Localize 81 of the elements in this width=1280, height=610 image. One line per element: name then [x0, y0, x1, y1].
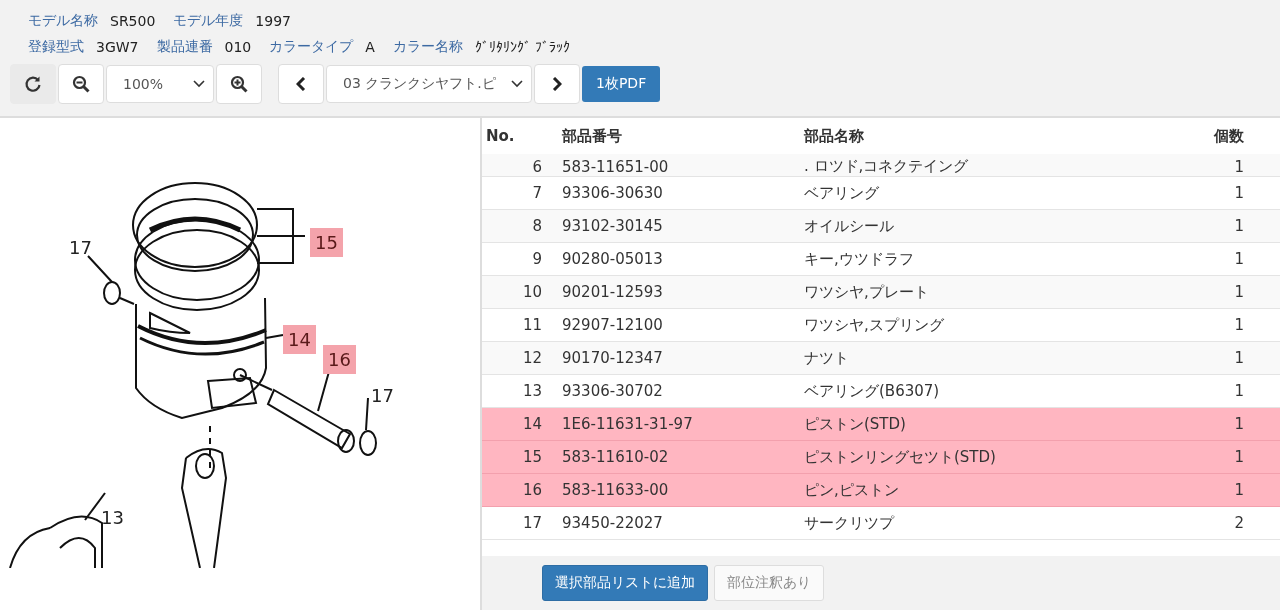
info-label: モデル年度 [173, 12, 244, 30]
table-cell-text: ワツシヤ,プレート [804, 282, 930, 302]
zoom-select[interactable]: 100% [106, 65, 214, 103]
table-cell-text: 1 [1233, 283, 1244, 301]
table-cell-text: ピン,ピストン [804, 480, 900, 500]
table-cell-text: ピストンリングセツト(STD) [804, 447, 997, 467]
table-row[interactable]: 14 1E6-11631-31-97 ピストン(STD) 1 [482, 408, 1280, 441]
table-row[interactable]: 6 583-11651-00 . ロツド,コネクテイング 1 [482, 154, 1280, 177]
table-row[interactable]: 12 90170-12347 ナツト 1 [482, 342, 1280, 375]
table-cell-text: 92907-12100 [562, 316, 664, 334]
table-cell-text: サークリツプ [804, 513, 896, 533]
info-label: モデル名称 [28, 12, 98, 30]
table-cell-text: キー,ウツドラフ [804, 249, 915, 269]
callout-number[interactable]: 13 [96, 503, 129, 532]
callout-number[interactable]: 14 [283, 325, 316, 354]
table-cell-text: 93102-30145 [562, 217, 664, 235]
table-cell-text: 2 [1233, 514, 1244, 532]
info-value: ｸﾞﾘﾀﾘﾝｸﾞ ﾌﾞﾗｯｸ [474, 39, 571, 55]
table-row[interactable]: 16 583-11633-00 ピン,ピストン 1 [482, 474, 1280, 507]
table-cell-text: オイルシール [804, 216, 895, 236]
table-cell-text: 9 [531, 250, 543, 268]
table-cell-text: 1 [1233, 250, 1244, 268]
table-cell-text: 1 [1233, 382, 1244, 400]
column-header: No. [485, 127, 516, 145]
page-select[interactable]: 03 クランクシヤフト.ピ [326, 65, 532, 103]
info-label: カラー名称 [392, 38, 463, 56]
column-header: 個数 [1212, 126, 1244, 146]
table-cell-text: 583-11651-00 [562, 158, 670, 176]
table-cell-text: 13 [521, 382, 543, 400]
table-row[interactable]: 8 93102-30145 オイルシール 1 [482, 210, 1280, 243]
table-cell-text: 8 [531, 217, 543, 235]
info-value: A [365, 39, 375, 55]
table-cell-text: 14 [521, 415, 543, 433]
table-cell-text: 10 [521, 283, 543, 301]
table-cell-text: ベアリング [804, 183, 880, 203]
column-header: 部品番号 [562, 126, 623, 146]
table-cell-text: 90170-12347 [562, 349, 664, 367]
info-value: SR500 [110, 13, 156, 29]
callout-number[interactable]: 15 [310, 228, 343, 257]
table-cell-text: 12 [521, 349, 543, 367]
table-cell-text: 1 [1233, 316, 1244, 334]
table-cell-text: 16 [521, 481, 543, 499]
table-cell-text: 1 [1233, 349, 1244, 367]
info-value: 010 [224, 39, 252, 55]
pdf-button[interactable]: 1枚PDF [582, 66, 661, 102]
table-row[interactable]: 10 90201-12593 ワツシヤ,プレート 1 [482, 276, 1280, 309]
info-label: 登録型式 [28, 38, 84, 56]
table-cell-text: 1E6-11631-31-97 [562, 415, 694, 433]
table-cell-text: ピストン(STD) [804, 414, 907, 434]
table-cell-text: . ロツド,コネクテイング [804, 157, 970, 176]
table-cell-text: 1 [1233, 481, 1244, 499]
table-cell-text: 583-11610-02 [562, 448, 670, 466]
table-cell-text: 90280-05013 [562, 250, 664, 268]
table-cell-text: 11 [521, 316, 543, 334]
table-cell-text: 93306-30630 [562, 184, 664, 202]
add-to-list-button[interactable]: 選択部品リストに追加 [542, 565, 708, 601]
table-cell-text: 7 [531, 184, 543, 202]
table-cell-text: 1 [1233, 158, 1244, 176]
table-cell-text: 93306-30702 [562, 382, 664, 400]
table-cell-text: 1 [1233, 184, 1244, 202]
table-cell-text: ナツト [804, 348, 850, 368]
table-cell-text: 1 [1233, 415, 1244, 433]
info-value: 1997 [255, 13, 291, 29]
callout-number[interactable]: 17 [64, 233, 97, 262]
info-label: カラータイプ [269, 38, 354, 56]
table-row[interactable]: 15 583-11610-02 ピストンリングセツト(STD) 1 [482, 441, 1280, 474]
table-cell-text: 17 [521, 514, 543, 532]
info-label: 製品連番 [156, 38, 213, 56]
table-cell-text: 93450-22027 [562, 514, 664, 532]
table-cell-text: ワツシヤ,スプリング [804, 315, 945, 335]
callout-number[interactable]: 17 [366, 381, 399, 410]
table-cell-text: ベアリング(B6307) [804, 381, 941, 401]
callout-number[interactable]: 16 [323, 345, 356, 374]
table-cell-text: 90201-12593 [562, 283, 664, 301]
table-cell-text: 6 [531, 158, 543, 176]
table-cell-text: 1 [1233, 217, 1244, 235]
table-cell-text: 1 [1233, 448, 1244, 466]
column-header: 部品名称 [804, 126, 865, 146]
info-value: 3GW7 [96, 39, 139, 55]
table-cell-text: 583-11633-00 [562, 481, 670, 499]
table-cell-text: 15 [521, 448, 543, 466]
